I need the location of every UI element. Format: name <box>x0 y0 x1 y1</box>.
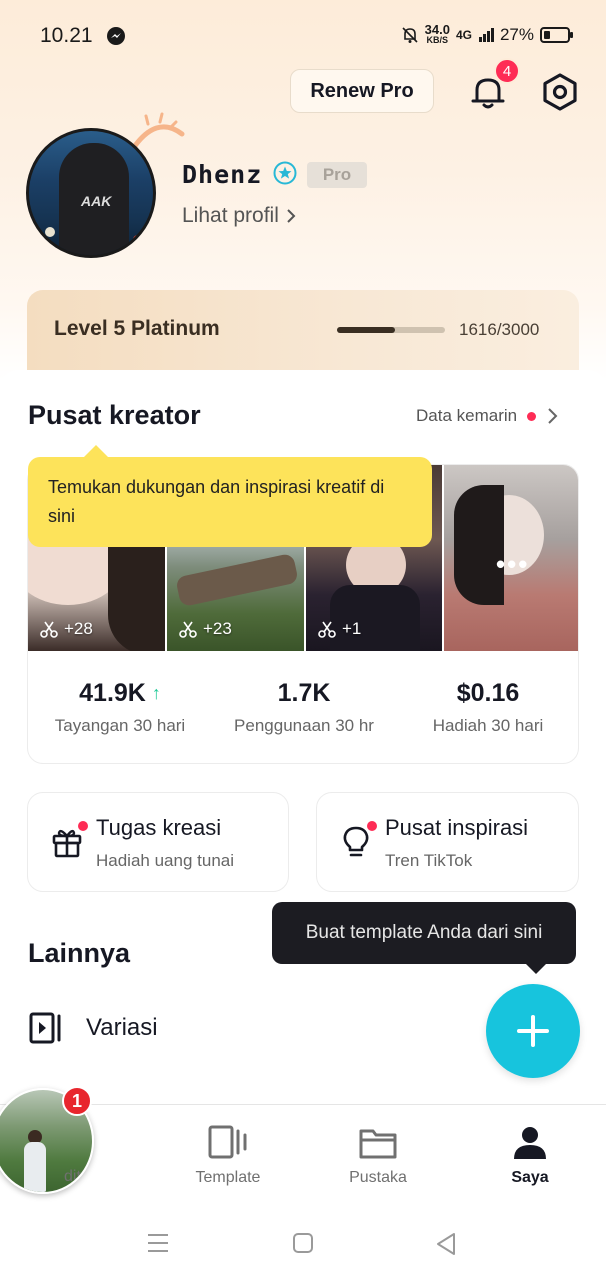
variation-video-icon <box>29 1012 61 1044</box>
data-link-label: Data kemarin <box>416 406 518 425</box>
folder-icon <box>359 1129 397 1159</box>
system-navigation-bar <box>0 1204 606 1280</box>
stat-label: Hadiah 30 hari <box>432 716 544 735</box>
chevron-right-icon <box>287 209 296 223</box>
thumbnail-4[interactable]: ••• <box>444 465 578 651</box>
signal-icon <box>478 28 494 42</box>
stat-views: 41.9K ↑ Tayangan 30 hari <box>28 679 212 736</box>
view-profile-link[interactable]: Lihat profil <box>182 204 297 228</box>
stat-value: $0.16 <box>456 679 520 707</box>
messenger-icon <box>107 27 125 45</box>
add-button[interactable] <box>486 984 580 1078</box>
nav-label: Template <box>195 1169 261 1186</box>
notification-badge: 4 <box>494 58 520 84</box>
creator-center-title: Pusat kreator <box>28 400 201 430</box>
red-dot-indicator <box>367 821 377 831</box>
nav-template[interactable]: Template <box>168 1125 288 1187</box>
trend-up-icon: ↑ <box>151 683 161 703</box>
stat-label: Tayangan 30 hari <box>54 716 186 735</box>
thumbnail-usage-count: +28 <box>40 619 93 639</box>
task-subtitle: Tren TikTok <box>385 851 473 870</box>
nav-edit-label: dit <box>64 1168 81 1185</box>
task-subtitle: Hadiah uang tunai <box>96 851 235 870</box>
stat-rewards: $0.16 Hadiah 30 hari <box>396 679 578 736</box>
scissors-icon <box>40 621 58 638</box>
variasi-row[interactable]: Variasi <box>28 1010 158 1046</box>
network-type: 4G <box>455 28 472 42</box>
back-triangle-icon[interactable] <box>434 1232 458 1256</box>
view-profile-label: Lihat profil <box>182 204 279 227</box>
stat-label: Penggunaan 30 hr <box>234 716 374 735</box>
profile-person-icon <box>514 1127 546 1159</box>
menu-lines-icon[interactable] <box>146 1232 170 1254</box>
thumbnail-usage-count: +23 <box>179 619 232 639</box>
profile-name: Dhenz <box>182 160 263 189</box>
mute-bell-icon <box>402 27 418 43</box>
data-yesterday-link[interactable]: Data kemarin <box>416 406 558 426</box>
battery-icon <box>540 27 573 43</box>
thumbnail-hair <box>454 485 504 605</box>
home-square-icon[interactable] <box>292 1232 314 1254</box>
thumbnail-person <box>24 1142 46 1192</box>
avatar-shirt-logo: AAK <box>81 193 112 209</box>
settings-hexagon-icon[interactable] <box>540 72 580 112</box>
avatar-ball <box>45 227 55 237</box>
level-progress-text: 1616/3000 <box>459 320 540 339</box>
stat-usage: 1.7K Penggunaan 30 hr <box>212 679 396 736</box>
status-indicators: 34.0 KB/S 4G 27% <box>401 22 573 46</box>
red-dot-indicator <box>78 821 88 831</box>
scissors-icon <box>318 621 336 638</box>
level-progress-fill <box>337 327 396 333</box>
stat-value: 1.7K <box>277 679 331 707</box>
task-title: Pusat inspirasi <box>385 815 529 840</box>
nav-label: Pustaka <box>349 1169 407 1186</box>
variasi-label: Variasi <box>86 1014 158 1041</box>
status-time: 10.21 <box>40 24 93 47</box>
creation-task-card[interactable]: Tugas kreasi Hadiah uang tunai <box>27 792 289 892</box>
template-icon <box>208 1125 247 1159</box>
thumbnail-shirt <box>330 585 420 651</box>
others-title: Lainnya <box>28 938 131 968</box>
creator-center-tooltip[interactable]: Temukan dukungan dan inspirasi kreatif d… <box>28 445 432 547</box>
thumbnail-driftwood <box>175 552 299 608</box>
level-card[interactable]: Level 5 Platinum 1616/3000 <box>27 290 579 380</box>
edit-badge: 1 <box>62 1086 92 1116</box>
gift-icon <box>52 829 82 858</box>
net-speed: 34.0 KB/S <box>424 22 450 45</box>
inspiration-center-card[interactable]: Pusat inspirasi Tren TikTok <box>316 792 579 892</box>
profile-avatar-container[interactable]: AAK <box>26 110 185 260</box>
creator-stats: 41.9K ↑ Tayangan 30 hari 1.7K Penggunaan… <box>28 651 578 763</box>
thumbnail-usage-count: +1 <box>318 619 361 639</box>
avatar-ball <box>133 235 142 244</box>
pro-badge: Pro <box>307 162 367 188</box>
avatar[interactable]: AAK <box>26 128 156 258</box>
more-dots-icon[interactable]: ••• <box>496 549 529 580</box>
renew-pro-button[interactable]: Renew Pro <box>290 69 434 113</box>
level-progress-bar <box>337 327 445 333</box>
lightbulb-icon <box>343 826 369 857</box>
nav-saya[interactable]: Saya <box>470 1125 590 1187</box>
level-title: Level 5 Platinum <box>54 317 220 340</box>
chevron-right-icon <box>548 408 558 424</box>
plus-icon <box>517 1015 549 1047</box>
battery-percent: 27% <box>499 25 534 44</box>
stat-value: 41.9K ↑ <box>79 679 161 707</box>
red-dot-indicator <box>527 411 537 421</box>
nav-label: Saya <box>511 1169 549 1186</box>
nav-pustaka[interactable]: Pustaka <box>318 1125 438 1187</box>
verified-star-icon <box>273 161 297 185</box>
scissors-icon <box>179 621 197 638</box>
task-title: Tugas kreasi <box>96 815 222 840</box>
create-template-tooltip[interactable]: Buat template Anda dari sini <box>272 902 576 974</box>
